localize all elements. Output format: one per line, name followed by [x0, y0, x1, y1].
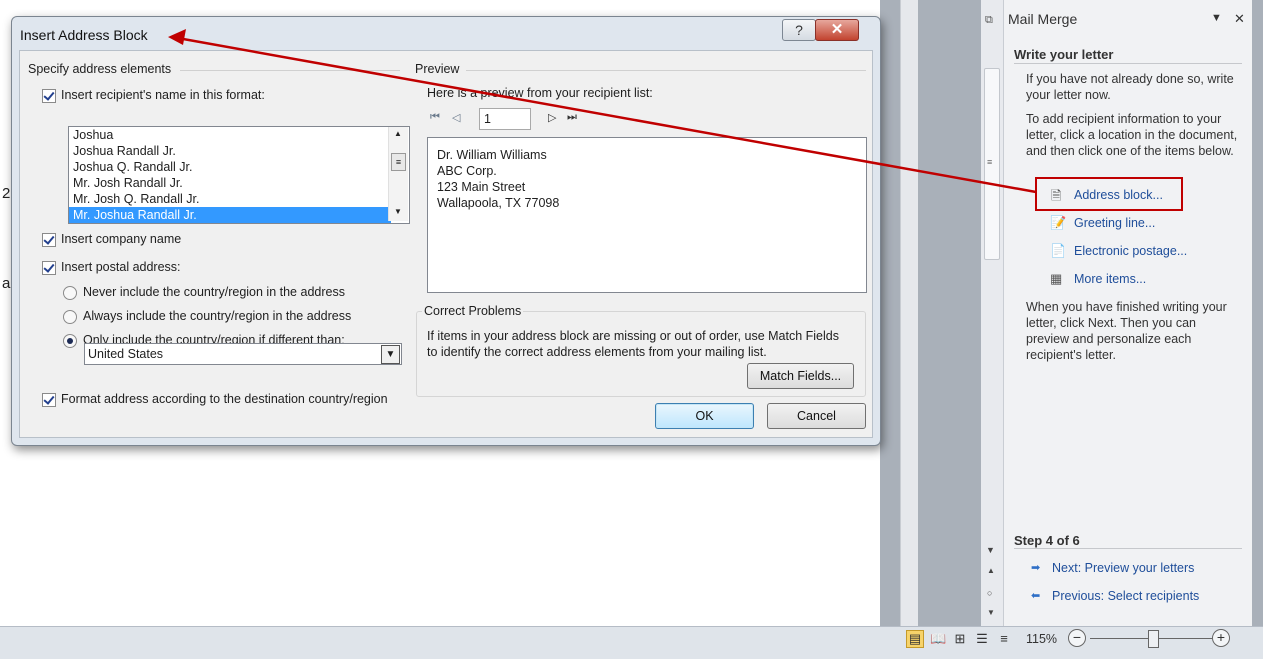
previous-step-link[interactable]: Previous: Select recipients	[1052, 589, 1199, 603]
list-item-selected[interactable]: Mr. Joshua Randall Jr.	[69, 207, 391, 223]
greeting-line-link[interactable]: Greeting line...	[1074, 216, 1155, 230]
ok-button[interactable]: OK	[655, 403, 754, 429]
record-number: 1	[484, 112, 491, 126]
section-title: Write your letter	[1014, 47, 1114, 62]
chevron-down-icon[interactable]: ▼	[381, 345, 400, 364]
next-record-icon[interactable]: ▷	[548, 111, 556, 124]
workspace-background	[918, 0, 981, 626]
outline-view-icon[interactable]: ☰	[974, 631, 990, 647]
radio-always-include[interactable]	[63, 310, 77, 324]
insert-postal-checkbox[interactable]	[42, 261, 56, 275]
insert-company-label: Insert company name	[61, 232, 182, 246]
document-text-fragment: a	[2, 275, 11, 292]
arrow-left-icon: ⬅	[1031, 590, 1041, 602]
pane-scrollbar[interactable]: ⧉ ≡ ▼ ▲ ○ ▼	[981, 0, 1004, 626]
radio-never-include[interactable]	[63, 286, 77, 300]
format-address-checkbox[interactable]	[42, 393, 56, 407]
group-divider	[180, 70, 400, 71]
preview-subheader: Here is a preview from your recipient li…	[427, 86, 653, 100]
previous-record-icon[interactable]: ◁	[452, 111, 460, 124]
specify-address-header: Specify address elements	[28, 62, 172, 76]
list-item[interactable]: Joshua Q. Randall Jr.	[69, 159, 391, 175]
list-item[interactable]: Mr. Josh Q. Randall Jr.	[69, 191, 391, 207]
close-button[interactable]: ✕	[815, 19, 859, 41]
insert-postal-label: Insert postal address:	[61, 260, 181, 274]
electronic-postage-link[interactable]: Electronic postage...	[1074, 244, 1187, 258]
preview-line: 123 Main Street	[437, 180, 526, 194]
scroll-up-small-icon[interactable]: ▲	[987, 566, 995, 575]
zoom-slider-thumb[interactable]	[1148, 630, 1159, 648]
preview-header: Preview	[415, 62, 460, 76]
pane-options-icon[interactable]: ▼	[1211, 12, 1222, 24]
name-list-scrollbar[interactable]: ▲ ≡ ▼	[388, 127, 408, 221]
workspace-background	[1252, 0, 1263, 626]
group-divider	[466, 70, 866, 71]
pane-title: Mail Merge	[1008, 11, 1078, 27]
format-address-label: Format address according to the destinat…	[61, 392, 388, 406]
list-item[interactable]: Joshua Randall Jr.	[69, 143, 391, 159]
address-block-link[interactable]: Address block...	[1074, 188, 1163, 202]
correct-problems-header: Correct Problems	[422, 304, 524, 318]
help-button[interactable]: ?	[782, 19, 816, 41]
scroll-down-icon[interactable]: ▼	[394, 207, 402, 216]
zoom-out-button[interactable]: −	[1068, 629, 1086, 647]
document-scrollbar[interactable]	[900, 0, 919, 626]
insert-name-label: Insert recipient's name in this format:	[61, 88, 265, 102]
draft-view-icon[interactable]: ≡	[996, 631, 1012, 647]
more-items-link[interactable]: More items...	[1074, 272, 1146, 286]
address-preview-box: Dr. William Williams ABC Corp. 123 Main …	[427, 137, 867, 293]
step-label: Step 4 of 6	[1014, 533, 1080, 548]
grip-icon: ≡	[987, 157, 993, 167]
first-record-icon[interactable]: ⏮	[430, 111, 440, 124]
document-text-fragment: 2	[2, 185, 11, 202]
web-layout-icon[interactable]: ⊞	[952, 631, 968, 647]
list-item[interactable]: Joshua	[69, 127, 391, 143]
scroll-up-icon[interactable]: ▲	[394, 129, 402, 138]
radio-never-label: Never include the country/region in the …	[83, 285, 345, 299]
section-divider	[1014, 63, 1242, 64]
pane-scroll-thumb[interactable]: ≡	[984, 68, 1000, 260]
dialog-body: Specify address elements Insert recipien…	[19, 50, 873, 438]
last-record-icon[interactable]: ⏭	[567, 111, 577, 124]
country-value: United States	[88, 347, 164, 361]
scroll-down-small-icon[interactable]: ▼	[987, 608, 995, 617]
full-screen-reading-icon[interactable]: 📖	[930, 631, 946, 647]
scroll-thumb[interactable]: ≡	[391, 153, 406, 171]
step-divider	[1014, 548, 1242, 549]
preview-line: Wallapoola, TX 77098	[437, 196, 560, 210]
radio-only-include[interactable]	[63, 334, 77, 348]
list-item[interactable]: Mr. Josh Randall Jr.	[69, 175, 391, 191]
zoom-in-button[interactable]: +	[1212, 629, 1230, 647]
pane-grip-icon[interactable]: ⧉	[985, 14, 993, 27]
arrow-right-icon: ➡	[1031, 562, 1041, 574]
preview-line: ABC Corp.	[437, 164, 497, 178]
insert-company-checkbox[interactable]	[42, 233, 56, 247]
postage-icon: 📄	[1050, 243, 1067, 258]
intro-text: If you have not already done so, write y…	[1026, 72, 1234, 102]
dialog-title: Insert Address Block	[20, 27, 148, 43]
country-dropdown[interactable]: United States ▼	[84, 343, 402, 365]
scroll-down-icon[interactable]: ▼	[986, 545, 995, 555]
finish-text: When you have finished writing your lett…	[1026, 300, 1227, 362]
next-step-link[interactable]: Next: Preview your letters	[1052, 561, 1194, 575]
match-fields-button[interactable]: Match Fields...	[747, 363, 854, 389]
print-layout-view-icon[interactable]: ▤	[906, 630, 924, 648]
more-items-icon: ▦	[1050, 271, 1063, 286]
pane-close-icon[interactable]: ✕	[1234, 11, 1245, 27]
insert-address-block-dialog: Insert Address Block ? ✕ Specify address…	[11, 16, 881, 446]
instructions-text: To add recipient information to your let…	[1026, 112, 1238, 158]
zoom-level[interactable]: 115%	[1026, 632, 1057, 646]
greeting-icon: 📝	[1050, 215, 1067, 230]
preview-line: Dr. William Williams	[437, 148, 547, 162]
radio-always-label: Always include the country/region in the…	[83, 309, 352, 323]
record-number-input[interactable]: 1	[479, 108, 531, 130]
name-format-list[interactable]: Joshua Joshua Randall Jr. Joshua Q. Rand…	[68, 126, 410, 224]
insert-name-checkbox[interactable]	[42, 89, 56, 103]
document-margin	[880, 0, 900, 626]
cancel-button[interactable]: Cancel	[767, 403, 866, 429]
select-browse-icon[interactable]: ○	[987, 588, 992, 598]
correct-problems-text: If items in your address block are missi…	[427, 329, 839, 359]
document-icon: 🗎	[1051, 188, 1062, 203]
